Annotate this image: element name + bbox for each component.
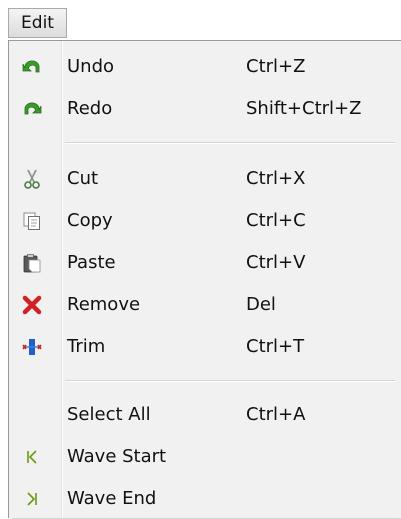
menu-item-trim[interactable]: Trim Ctrl+T — [9, 327, 401, 367]
menu-item-paste[interactable]: Paste Ctrl+V — [9, 243, 401, 283]
menu-separator — [65, 142, 395, 144]
menu-item-label: Remove — [67, 294, 141, 315]
redo-icon — [21, 98, 43, 120]
menu-item-shortcut: Del — [246, 294, 276, 315]
menu-item-label: Trim — [67, 336, 106, 357]
menu-item-shortcut: Shift+Ctrl+Z — [246, 98, 362, 119]
trim-icon — [21, 336, 43, 358]
menu-item-shortcut: Ctrl+C — [246, 210, 306, 231]
menu-item-shortcut: Ctrl+A — [246, 404, 306, 425]
paste-icon — [21, 252, 43, 274]
menu-item-select-all[interactable]: Select All Ctrl+A — [9, 395, 401, 435]
menu-item-label: Wave Start — [67, 446, 167, 467]
menu-item-copy[interactable]: Copy Ctrl+C — [9, 201, 401, 241]
scissors-icon — [21, 168, 43, 190]
menu-item-remove[interactable]: Remove Del — [9, 285, 401, 325]
menu-item-shortcut: Ctrl+Z — [246, 56, 306, 77]
menu-item-label: Wave End — [67, 488, 157, 509]
menu-item-redo[interactable]: Redo Shift+Ctrl+Z — [9, 89, 401, 129]
menu-item-cut[interactable]: Cut Ctrl+X — [9, 159, 401, 199]
remove-x-icon — [21, 294, 43, 316]
undo-icon — [21, 56, 43, 78]
menu-item-label: Paste — [67, 252, 116, 273]
menu-item-wave-start[interactable]: Wave Start — [9, 437, 401, 477]
menubar: Edit — [0, 0, 401, 40]
wave-end-icon — [21, 488, 43, 510]
edit-dropdown-menu: Undo Ctrl+Z Redo Shift+Ctrl+Z Cut Ctrl+X — [8, 40, 401, 518]
menu-item-shortcut: Ctrl+T — [246, 336, 305, 357]
wave-start-icon — [21, 446, 43, 468]
copy-icon — [21, 210, 43, 232]
menu-item-label: Copy — [67, 210, 113, 231]
menu-item-shortcut: Ctrl+V — [246, 252, 306, 273]
menu-separator — [65, 380, 395, 382]
menu-item-undo[interactable]: Undo Ctrl+Z — [9, 47, 401, 87]
menu-item-label: Cut — [67, 168, 99, 189]
menu-edit[interactable]: Edit — [8, 8, 67, 38]
menu-item-label: Redo — [67, 98, 113, 119]
menu-item-label: Select All — [67, 404, 151, 425]
menu-item-shortcut: Ctrl+X — [246, 168, 306, 189]
menu-item-wave-end[interactable]: Wave End — [9, 479, 401, 519]
menu-item-label: Undo — [67, 56, 115, 77]
